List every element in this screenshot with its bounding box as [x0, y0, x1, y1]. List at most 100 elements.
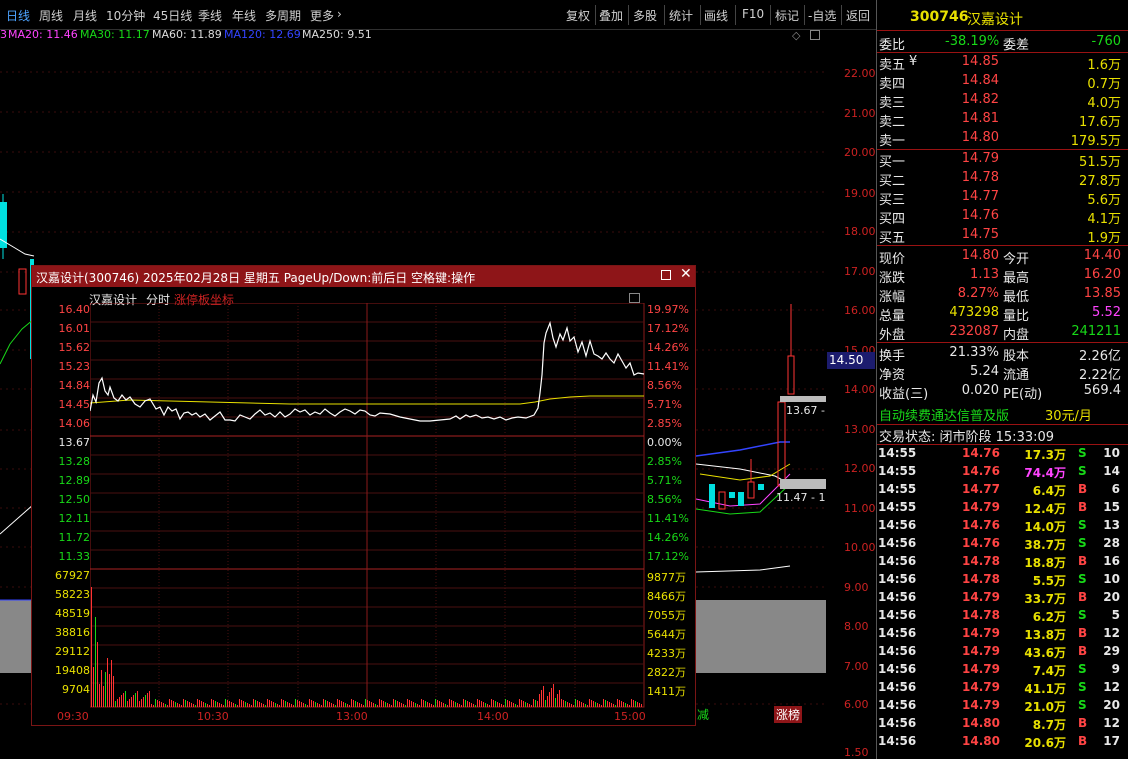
stat-label: 最高 [1003, 271, 1030, 286]
tick-side: S [1078, 608, 1087, 622]
ad-price: 30元/月 [1045, 409, 1092, 424]
period-more-tab[interactable]: 更多 [310, 7, 334, 24]
rank-tag[interactable]: 涨榜 [774, 706, 803, 723]
tick-count: 12 [1103, 716, 1120, 730]
back-button[interactable]: 返回 [846, 7, 870, 24]
tick-time: 14:56 [878, 572, 917, 586]
sell-volume: 179.5万 [1070, 134, 1121, 149]
ad-banner[interactable]: 自动续费通达信普及版 30元/月 [877, 403, 1128, 424]
volume-bar [573, 705, 574, 707]
axis-label: 16.00 [844, 304, 876, 317]
sell-level-row[interactable]: 卖一 14.80 179.5万 [879, 129, 1125, 149]
tick-volume: 7.4万 [1032, 664, 1066, 678]
add-watchlist-button[interactable]: -自选 [808, 7, 836, 24]
buy-price: 14.79 [961, 151, 999, 166]
volume-bar [419, 705, 420, 707]
volume-bar [137, 691, 138, 707]
diamond-icon[interactable]: ◇ [792, 29, 800, 42]
volume-bar [365, 699, 366, 707]
tick-count: 17 [1103, 734, 1120, 748]
popup-title-bar[interactable]: 汉嘉设计(300746) 2025年02月28日 星期五 PageUp/Down… [32, 266, 695, 287]
volume-bar [537, 701, 538, 707]
volume-bar [337, 699, 338, 707]
fund-label: 换手 [879, 349, 906, 364]
period-month-tab[interactable]: 月线 [73, 7, 97, 24]
popup-title: 汉嘉设计(300746) 2025年02月28日 星期五 PageUp/Down… [36, 271, 476, 285]
stat-value: 5.52 [1092, 305, 1121, 320]
tick-price: 14.76 [962, 518, 1000, 532]
volume-bar [111, 660, 112, 707]
sell-level-label: 卖三 [879, 96, 906, 111]
maximize-icon[interactable] [661, 270, 671, 280]
volume-bar [635, 701, 636, 707]
tick-row: 14:56 14.79 7.4万 S 9 [878, 661, 1128, 679]
volume-bar [631, 699, 632, 707]
sell-level-row[interactable]: 卖三 14.82 4.0万 [879, 91, 1125, 111]
buy-level-label: 买五 [879, 231, 906, 246]
draw-line-button[interactable]: 画线 [704, 7, 728, 24]
f10-button[interactable]: F10 [742, 7, 764, 21]
volume-bar [539, 694, 540, 707]
buy-level-row[interactable]: 买四 14.76 4.1万 [879, 207, 1125, 227]
buy-level-row[interactable]: 买二 14.78 27.8万 [879, 169, 1125, 189]
ma120-label: MA120: 12.69 [224, 28, 301, 41]
volume-bar [455, 702, 456, 707]
period-multi-tab[interactable]: 多周期 [265, 7, 301, 24]
sell-level-row[interactable]: 卖五 ¥ 14.85 1.6万 [879, 53, 1125, 73]
volume-label: 4233万 [647, 647, 686, 660]
tick-count: 20 [1103, 698, 1120, 712]
buy-level-row[interactable]: 买三 14.77 5.6万 [879, 188, 1125, 208]
volume-bar [127, 701, 128, 707]
sell-level-row[interactable]: 卖四 14.84 0.7万 [879, 72, 1125, 92]
sell-level-row[interactable]: 卖二 14.81 17.6万 [879, 110, 1125, 130]
volume-bar [119, 697, 120, 707]
tick-row: 14:55 14.76 17.3万 S 10 [878, 445, 1128, 463]
multi-stock-button[interactable]: 多股 [633, 7, 657, 24]
mark-button[interactable]: 标记 [775, 7, 799, 24]
period-season-tab[interactable]: 季线 [198, 7, 222, 24]
quote-stat-row: 涨跌 1.13 最高 16.20 [879, 266, 1125, 286]
tick-row: 14:56 14.79 21.0万 S 20 [878, 697, 1128, 715]
toolbar-divider [841, 5, 842, 25]
window-toggle-icon[interactable] [810, 30, 820, 40]
stat-value: 473298 [949, 305, 999, 320]
stat-value: 14.80 [961, 248, 999, 263]
fund-value: 569.4 [1083, 383, 1121, 398]
volume-bar [157, 700, 158, 707]
volume-bar [215, 701, 216, 707]
period-45day-tab[interactable]: 45日线 [153, 7, 192, 24]
fuquan-button[interactable]: 复权 [566, 7, 590, 24]
popup-settings-icon[interactable] [629, 293, 640, 303]
fund-value: 21.33% [949, 345, 999, 360]
statistics-button[interactable]: 统计 [669, 7, 693, 24]
volume-bar [275, 703, 276, 707]
buy-level-row[interactable]: 买一 14.79 51.5万 [879, 150, 1125, 170]
period-year-tab[interactable]: 年线 [232, 7, 256, 24]
volume-bar [641, 704, 642, 707]
volume-bar [517, 705, 518, 707]
tick-time: 14:55 [878, 482, 917, 496]
ma30-label: MA30: 11.17 [80, 28, 150, 41]
tick-price: 14.79 [962, 590, 1000, 604]
volume-bar [311, 700, 312, 707]
period-10min-tab[interactable]: 10分钟 [106, 7, 145, 24]
tick-side: S [1078, 518, 1087, 532]
close-icon[interactable]: ✕ [680, 266, 692, 282]
buy-level-label: 买二 [879, 174, 906, 189]
tick-time: 14:56 [878, 554, 917, 568]
volume-bar [101, 670, 102, 707]
axis-label: 13.00 [844, 423, 876, 436]
period-day-tab[interactable]: 日线 [6, 7, 30, 24]
buy-level-row[interactable]: 买五 14.75 1.9万 [879, 226, 1125, 246]
volume-bar [377, 705, 378, 707]
period-week-tab[interactable]: 周线 [39, 7, 63, 24]
toolbar-divider [628, 5, 629, 25]
buy-price: 14.77 [961, 189, 999, 204]
volume-label: 38816 [55, 626, 90, 639]
volume-bar [459, 704, 460, 707]
tick-row: 14:56 14.79 41.1万 S 12 [878, 679, 1128, 697]
bottom-tag-left[interactable]: 减 [697, 706, 709, 723]
kline-candle [747, 481, 755, 499]
overlay-button[interactable]: 叠加 [599, 7, 623, 24]
tick-volume: 33.7万 [1024, 592, 1066, 606]
